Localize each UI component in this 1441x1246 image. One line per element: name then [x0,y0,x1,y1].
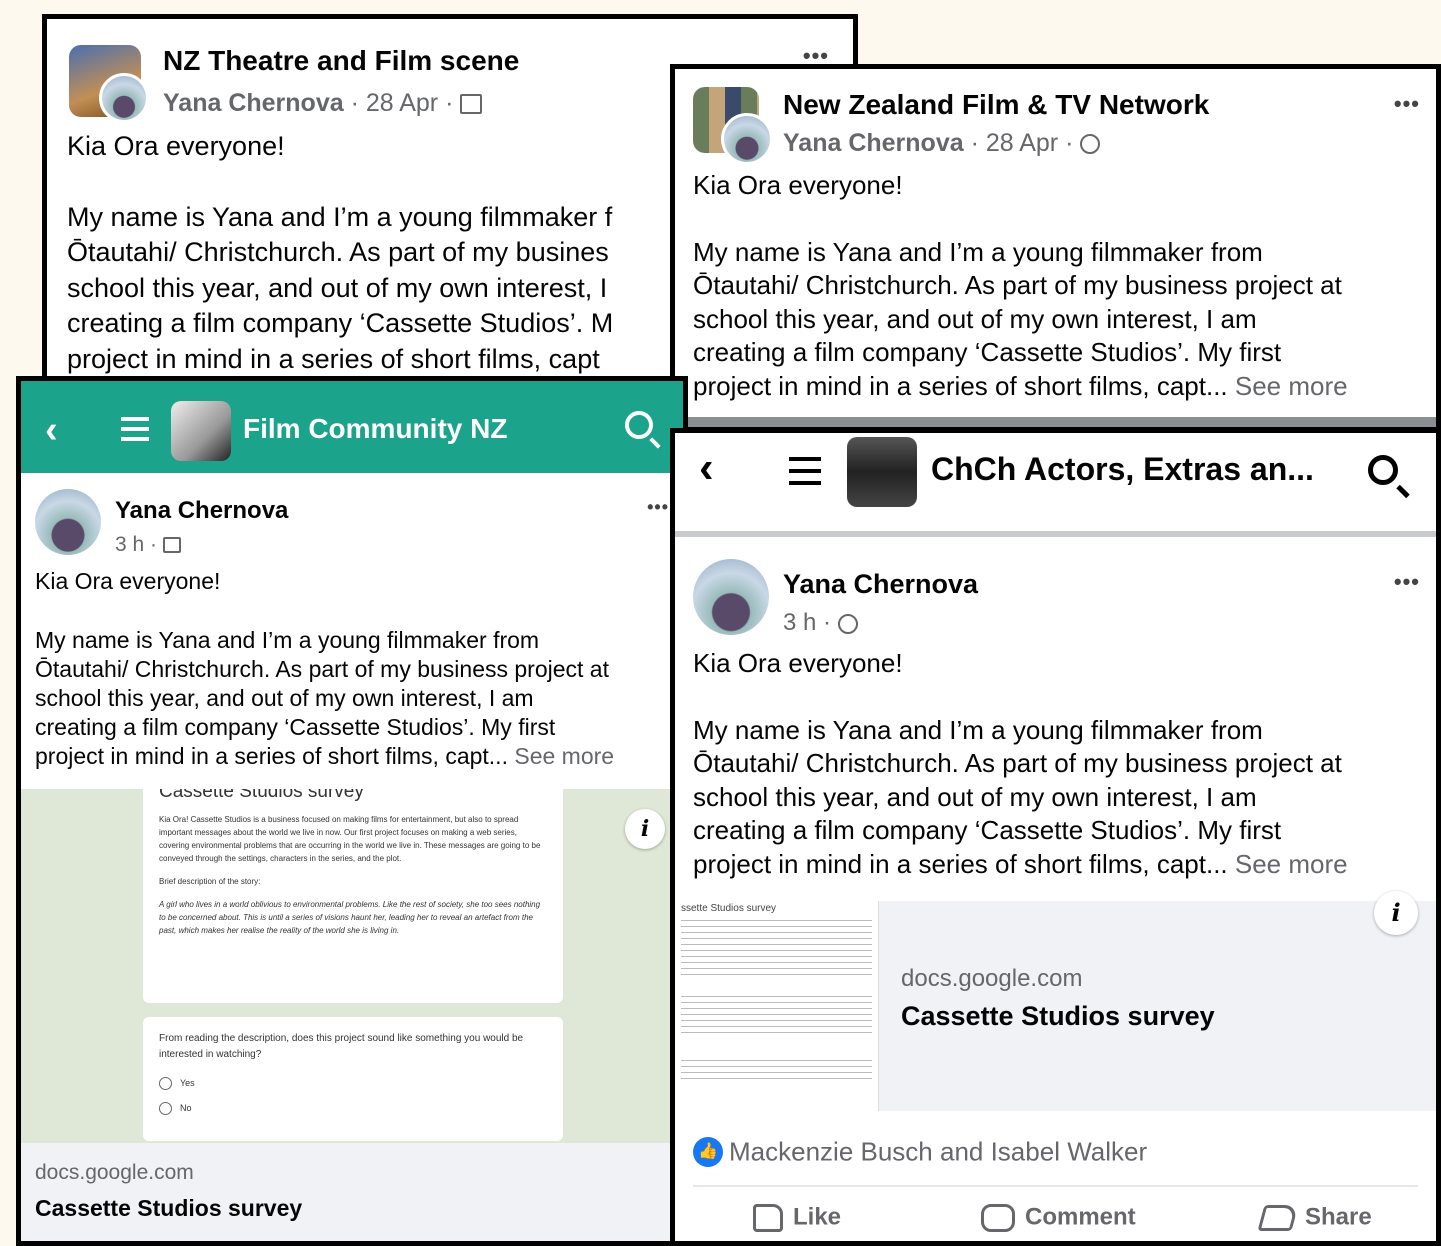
post-screenshot-nz-film-tv: New Zealand Film & TV Network Yana Chern… [670,64,1441,432]
author-name[interactable]: Yana Chernova [783,569,978,600]
link-preview-image[interactable]: Cassette Studios survey Kia Ora! Cassett… [21,789,683,1143]
author-avatar[interactable] [693,559,769,635]
like-reaction-icon: 👍 [693,1137,723,1168]
menu-icon[interactable] [789,457,821,485]
group-privacy-icon [460,94,483,115]
post-body: Kia Ora everyone! My name is Yana and I’… [693,169,1436,404]
search-icon-handle [1396,484,1410,499]
post-screenshot-chch-actors: ‹ ChCh Actors, Extras an... Yana Chernov… [670,428,1441,1246]
survey-brief-label: Brief description of the story: [159,877,261,886]
survey-title: Cassette Studios survey [159,789,364,802]
info-icon[interactable]: i [625,809,665,849]
survey-option-no[interactable]: No [159,1102,547,1115]
see-more-link[interactable]: See more [1235,849,1348,879]
post-greeting: Kia Ora everyone! [35,568,221,594]
survey-question: From reading the description, does this … [159,1033,524,1060]
link-preview-image: ssette Studios survey [675,901,879,1111]
thumbs-up-icon [753,1203,783,1232]
search-icon[interactable] [1368,455,1398,485]
author-name[interactable]: Yana Chernova [115,497,288,525]
survey-card: Cassette Studios survey Kia Ora! Cassett… [143,789,563,1003]
post-body: Kia Ora everyone! My name is Yana and I’… [693,647,1436,882]
survey-intro: Kia Ora! Cassette Studios is a business … [159,815,541,863]
share-button[interactable]: Share [1257,1203,1372,1232]
comment-icon [981,1203,1015,1232]
divider [675,417,1436,427]
globe-icon [1080,134,1101,155]
back-button[interactable]: ‹ [45,409,58,452]
reaction-names: Mackenzie Busch and Isabel Walker [729,1136,1148,1167]
author-name[interactable]: Yana Chernova [783,129,964,157]
group-title[interactable]: Film Community NZ [243,413,507,445]
author-name[interactable]: Yana Chernova [163,89,344,117]
post-meta: 3 h · [783,609,858,637]
more-options-button[interactable]: ••• [647,497,669,518]
more-options-button[interactable]: ••• [1394,91,1420,117]
post-meta: Yana Chernova · 28 Apr · [783,129,1101,158]
comment-button[interactable]: Comment [981,1203,1136,1232]
author-avatar[interactable] [721,113,773,165]
link-preview[interactable]: ssette Studios survey docs.google.com Ca… [675,891,1436,1111]
group-name[interactable]: NZ Theatre and Film scene [163,45,519,77]
link-title: Cassette Studios survey [35,1195,303,1221]
see-more-link[interactable]: See more [514,743,614,769]
divider [675,531,1436,537]
survey-brief: A girl who lives in a world oblivious to… [159,900,541,935]
post-meta: Yana Chernova · 28 Apr · [163,89,483,118]
globe-icon [837,613,858,634]
post-greeting: Kia Ora everyone! [693,170,903,200]
group-name[interactable]: New Zealand Film & TV Network [783,89,1209,121]
back-button[interactable]: ‹ [699,443,714,493]
info-icon[interactable]: i [1374,891,1418,935]
like-button[interactable]: Like [753,1203,841,1232]
survey-option-yes[interactable]: Yes [159,1077,547,1090]
group-avatar[interactable] [171,401,231,461]
divider [693,1185,1418,1187]
group-title[interactable]: ChCh Actors, Extras an... [931,451,1314,488]
thumb-title: ssette Studios survey [681,903,777,914]
link-domain: docs.google.com [901,965,1083,992]
group-privacy-icon [162,537,181,554]
author-avatar[interactable] [35,489,101,555]
more-options-button[interactable]: ••• [1394,569,1420,595]
share-icon [1257,1204,1299,1231]
reactions-row[interactable]: 👍 Mackenzie Busch and Isabel Walker [693,1135,1147,1168]
post-body: Kia Ora everyone! My name is Yana and I’… [35,567,683,771]
link-domain: docs.google.com [35,1161,194,1184]
survey-question-card: From reading the description, does this … [143,1017,563,1141]
author-avatar[interactable] [99,73,149,123]
post-greeting: Kia Ora everyone! [693,648,903,678]
post-meta: 3 h · [115,533,181,557]
see-more-link[interactable]: See more [1235,371,1348,401]
group-avatar[interactable] [847,437,917,507]
link-title: Cassette Studios survey [901,1001,1215,1031]
menu-icon[interactable] [121,417,149,441]
search-icon[interactable] [625,411,653,439]
post-screenshot-film-community: ‹ Film Community NZ Yana Chernova 3 h · … [16,376,688,1246]
